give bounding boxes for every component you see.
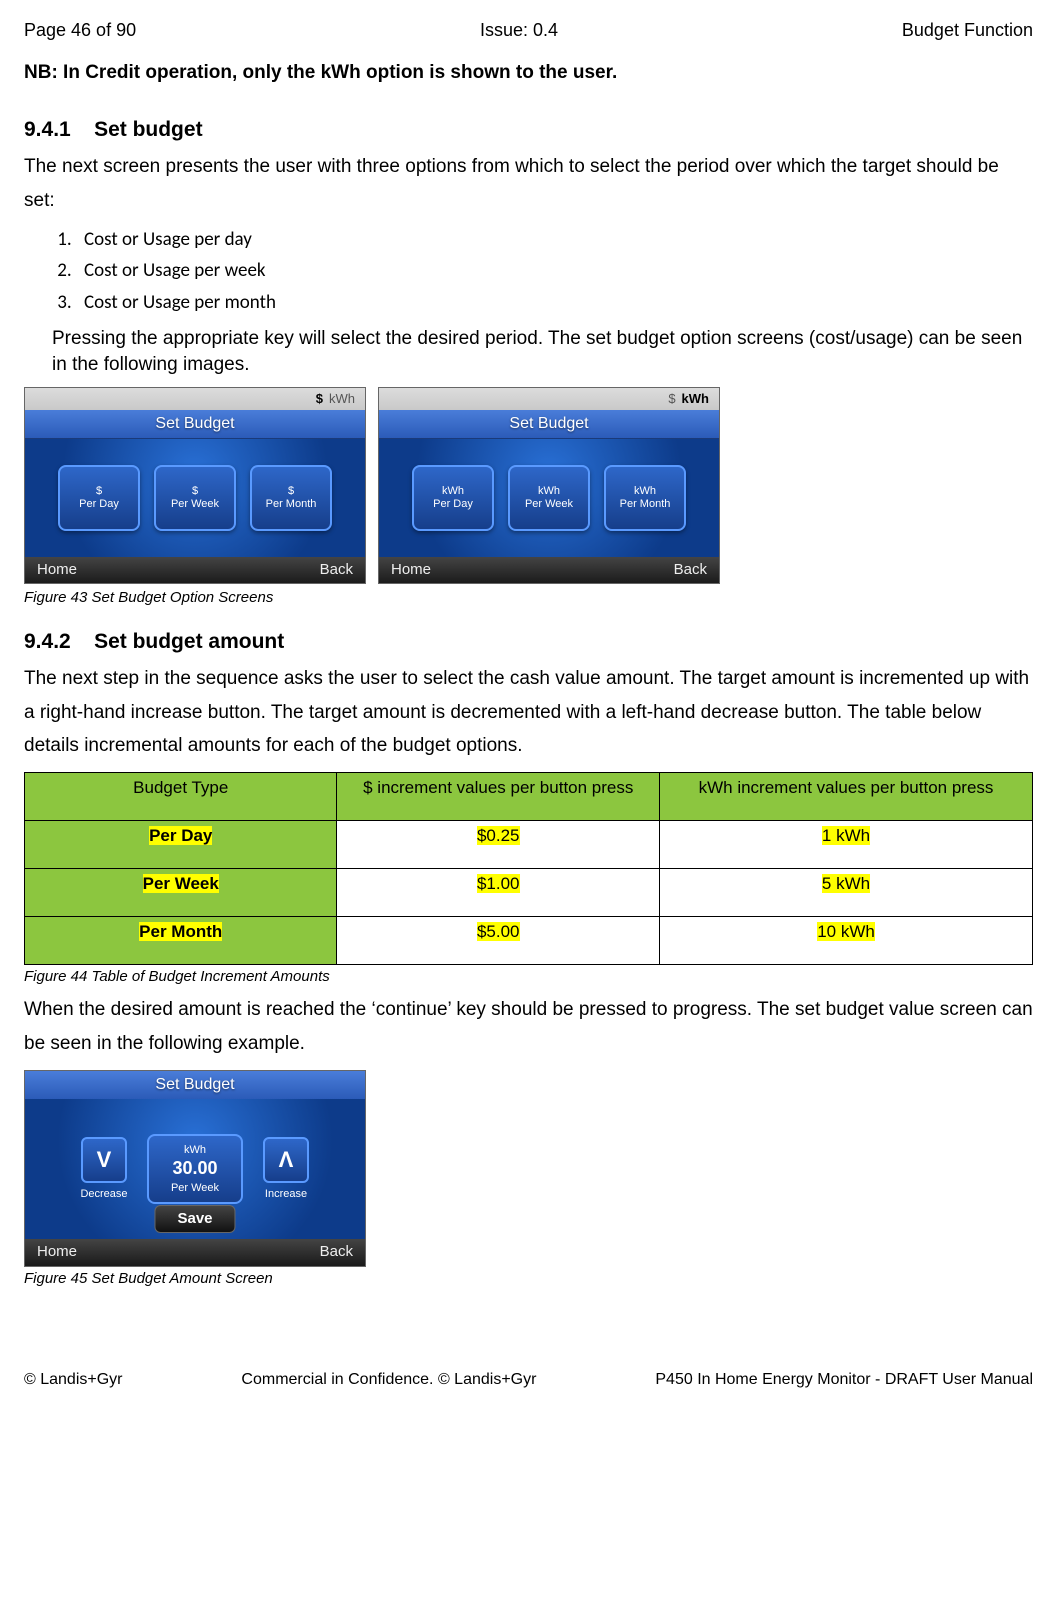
set-budget-screens-row: $ kWh Set Budget $ Per Day $ Per Week $ …	[24, 387, 1033, 584]
footer-center: Commercial in Confidence. © Landis+Gyr	[241, 1369, 536, 1391]
table-row: Per Month $5.00 10 kWh	[25, 917, 1033, 965]
list-item: Cost or Usage per day	[76, 227, 1033, 253]
nb-note: NB: In Credit operation, only the kWh op…	[24, 60, 1033, 86]
tile-per-month[interactable]: kWh Per Month	[604, 465, 686, 531]
device-body: kWh Per Day kWh Per Week kWh Per Month	[379, 439, 719, 557]
after-table-text: When the desired amount is reached the ‘…	[24, 993, 1033, 1060]
device-title: Set Budget	[379, 410, 719, 439]
amount-unit-top: kWh	[184, 1143, 206, 1157]
device-set-budget-kwh: $ kWh Set Budget kWh Per Day kWh Per Wee…	[378, 387, 720, 584]
tile-line1: kWh	[634, 485, 656, 498]
header-page: Page 46 of 90	[24, 18, 136, 42]
home-button[interactable]: Home	[37, 1242, 77, 1262]
increase-button[interactable]: Λ Increase	[261, 1137, 311, 1202]
back-button[interactable]: Back	[674, 560, 707, 580]
page-header: Page 46 of 90 Issue: 0.4 Budget Function	[24, 18, 1033, 42]
figure-45-caption: Figure 45 Set Budget Amount Screen	[24, 1269, 1033, 1289]
topbar-opt-dollar[interactable]: $	[316, 390, 323, 408]
device-topbar: $ kWh	[25, 388, 365, 410]
footer-right: P450 In Home Energy Monitor - DRAFT User…	[655, 1369, 1033, 1391]
sec941-intro: The next screen presents the user with t…	[24, 150, 1033, 217]
header-section: Budget Function	[902, 18, 1033, 42]
decrease-button[interactable]: V Decrease	[79, 1137, 129, 1202]
tile-line2: Per Week	[171, 498, 219, 511]
table-header-row: Budget Type $ increment values per butto…	[25, 773, 1033, 821]
device-set-budget-amount: Set Budget V Decrease kWh 30.00 Per Week…	[24, 1070, 366, 1267]
topbar-opt-kwh[interactable]: kWh	[682, 390, 709, 408]
home-button[interactable]: Home	[37, 560, 77, 580]
heading-9-4-2: 9.4.2 Set budget amount	[24, 628, 1033, 656]
tile-per-week[interactable]: kWh Per Week	[508, 465, 590, 531]
device-topbar: $ kWh	[379, 388, 719, 410]
increase-label: Increase	[261, 1187, 311, 1202]
th-kwh-increment: kWh increment values per button press	[660, 773, 1033, 821]
th-dollar-increment: $ increment values per button press	[337, 773, 660, 821]
cell-kwh: 10 kWh	[660, 917, 1033, 965]
amount-unit-bottom: Per Week	[171, 1181, 219, 1195]
device-set-budget-cost: $ kWh Set Budget $ Per Day $ Per Week $ …	[24, 387, 366, 584]
device-body: V Decrease kWh 30.00 Per Week Λ Increase…	[25, 1099, 365, 1239]
tile-per-day[interactable]: kWh Per Day	[412, 465, 494, 531]
topbar-opt-dollar[interactable]: $	[668, 390, 675, 408]
figure-43-caption: Figure 43 Set Budget Option Screens	[24, 588, 1033, 608]
home-button[interactable]: Home	[391, 560, 431, 580]
device-title: Set Budget	[25, 1071, 365, 1099]
tile-line2: Per Day	[79, 498, 119, 511]
list-item: Cost or Usage per week	[76, 258, 1033, 284]
tile-line2: Per Day	[433, 498, 473, 511]
th-budget-type: Budget Type	[25, 773, 337, 821]
heading-9-4-1: 9.4.1 Set budget	[24, 116, 1033, 144]
back-button[interactable]: Back	[320, 560, 353, 580]
device-body: $ Per Day $ Per Week $ Per Month	[25, 439, 365, 557]
sec942-p1: The next step in the sequence asks the u…	[24, 662, 1033, 762]
device-bottom-bar: Home Back	[25, 1239, 365, 1266]
budget-increments-table: Budget Type $ increment values per butto…	[24, 772, 1033, 965]
chevron-up-icon: Λ	[263, 1137, 309, 1183]
page-footer: © Landis+Gyr Commercial in Confidence. ©…	[24, 1369, 1033, 1391]
chevron-down-icon: V	[81, 1137, 127, 1183]
cell-dollar: $5.00	[337, 917, 660, 965]
tile-line1: $	[288, 485, 294, 498]
tile-line2: Per Month	[266, 498, 317, 511]
tile-per-month[interactable]: $ Per Month	[250, 465, 332, 531]
topbar-opt-kwh[interactable]: kWh	[329, 390, 355, 408]
table-row: Per Week $1.00 5 kWh	[25, 869, 1033, 917]
cell-budget-type: Per Day	[25, 821, 337, 869]
period-options-list: Cost or Usage per day Cost or Usage per …	[24, 227, 1033, 316]
amount-tile: kWh 30.00 Per Week	[147, 1134, 243, 1204]
tile-per-week[interactable]: $ Per Week	[154, 465, 236, 531]
tile-line1: $	[192, 485, 198, 498]
footer-left: © Landis+Gyr	[24, 1369, 123, 1391]
amount-value: 30.00	[172, 1157, 217, 1180]
heading-number: 9.4.1	[24, 118, 71, 141]
device-title: Set Budget	[25, 410, 365, 439]
table-row: Per Day $0.25 1 kWh	[25, 821, 1033, 869]
figure-44-caption: Figure 44 Table of Budget Increment Amou…	[24, 967, 1033, 987]
tile-line2: Per Month	[620, 498, 671, 511]
decrease-label: Decrease	[79, 1187, 129, 1202]
list-item: Cost or Usage per month	[76, 290, 1033, 316]
cell-kwh: 1 kWh	[660, 821, 1033, 869]
sec941-after: Pressing the appropriate key will select…	[52, 326, 1033, 379]
device-bottom-bar: Home Back	[25, 557, 365, 584]
tile-line1: kWh	[442, 485, 464, 498]
tile-per-day[interactable]: $ Per Day	[58, 465, 140, 531]
cell-budget-type: Per Month	[25, 917, 337, 965]
device-bottom-bar: Home Back	[379, 557, 719, 584]
tile-line1: $	[96, 485, 102, 498]
cell-dollar: $1.00	[337, 869, 660, 917]
tile-line2: Per Week	[525, 498, 573, 511]
tile-line1: kWh	[538, 485, 560, 498]
header-issue: Issue: 0.4	[480, 18, 558, 42]
heading-number: 9.4.2	[24, 630, 71, 653]
heading-title: Set budget	[94, 118, 203, 141]
back-button[interactable]: Back	[320, 1242, 353, 1262]
cell-kwh: 5 kWh	[660, 869, 1033, 917]
heading-title: Set budget amount	[94, 630, 284, 653]
save-button[interactable]: Save	[154, 1205, 235, 1233]
cell-budget-type: Per Week	[25, 869, 337, 917]
cell-dollar: $0.25	[337, 821, 660, 869]
